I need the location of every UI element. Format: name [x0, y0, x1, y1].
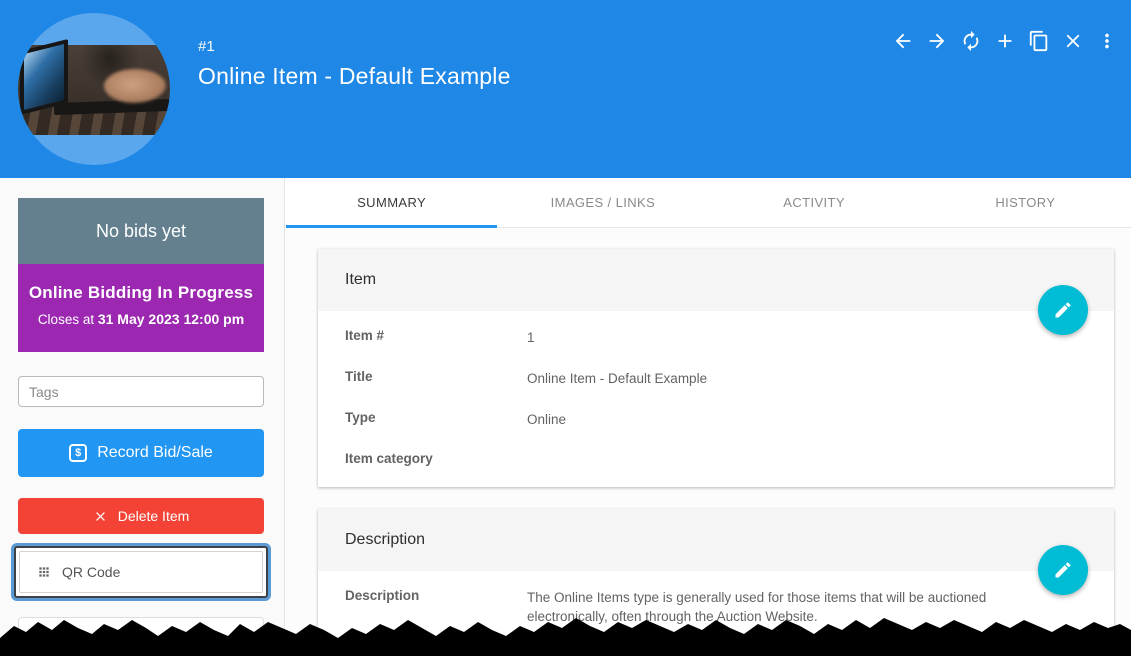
tab-activity[interactable]: ACTIVITY: [709, 178, 920, 227]
duplicate-icon[interactable]: [1027, 29, 1051, 53]
sidebar: No bids yet Online Bidding In Progress C…: [0, 178, 285, 656]
tab-images-links[interactable]: IMAGES / LINKS: [497, 178, 708, 227]
item-number: #1: [198, 38, 511, 55]
refresh-icon[interactable]: [959, 29, 983, 53]
type-row: Type Online: [345, 399, 1087, 440]
record-bid-sale-label: Record Bid/Sale: [97, 444, 213, 462]
field-value: Online: [527, 410, 566, 429]
qr-code-focus-ring: QR Code: [11, 543, 271, 601]
tab-summary[interactable]: SUMMARY: [286, 178, 497, 227]
torn-screenshot-edge: [0, 612, 1131, 656]
grid-icon: [37, 565, 51, 579]
bidding-closes-line: Closes at 31 May 2023 12:00 pm: [18, 311, 264, 327]
tags-input[interactable]: [18, 376, 264, 407]
item-card-title: Item: [318, 249, 1114, 311]
field-label: Item #: [345, 328, 527, 347]
item-avatar: [18, 13, 170, 165]
delete-item-button[interactable]: Delete Item: [18, 498, 264, 534]
money-icon: $: [69, 444, 87, 462]
record-bid-sale-button[interactable]: $ Record Bid/Sale: [18, 429, 264, 477]
more-vert-icon[interactable]: [1095, 29, 1119, 53]
pencil-icon: [1053, 560, 1073, 580]
item-number-row: Item # 1: [345, 317, 1087, 358]
field-value: Online Item - Default Example: [527, 369, 707, 388]
main-content: SUMMARY IMAGES / LINKS ACTIVITY HISTORY …: [286, 178, 1131, 656]
item-category-row: Item category: [345, 440, 1087, 478]
pencil-icon: [1053, 300, 1073, 320]
close-x-icon: [93, 509, 108, 524]
forward-arrow-icon[interactable]: [925, 29, 949, 53]
field-value: 1: [527, 328, 535, 347]
summary-panel: Item Item # 1 Title Online Item - Defaul…: [286, 228, 1131, 656]
edit-description-button[interactable]: [1038, 545, 1088, 595]
title-row: Title Online Item - Default Example: [345, 358, 1087, 399]
edit-item-button[interactable]: [1038, 285, 1088, 335]
qr-code-button[interactable]: QR Code: [19, 551, 263, 593]
qr-code-label: QR Code: [62, 564, 120, 580]
page-title: Online Item - Default Example: [198, 63, 511, 90]
delete-item-label: Delete Item: [118, 508, 190, 524]
bidding-status-banner: Online Bidding In Progress Closes at 31 …: [18, 264, 264, 352]
header: #1 Online Item - Default Example: [0, 0, 1131, 178]
tab-bar: SUMMARY IMAGES / LINKS ACTIVITY HISTORY: [286, 178, 1131, 228]
field-label: Item category: [345, 451, 527, 467]
description-card-title: Description: [318, 509, 1114, 571]
no-bids-banner: No bids yet: [18, 198, 264, 264]
item-detail-window: #1 Online Item - Default Example: [0, 0, 1131, 656]
bidding-status-title: Online Bidding In Progress: [18, 283, 264, 303]
field-label: Type: [345, 410, 527, 429]
item-card: Item Item # 1 Title Online Item - Defaul…: [318, 249, 1114, 487]
tab-history[interactable]: HISTORY: [920, 178, 1131, 227]
back-arrow-icon[interactable]: [891, 29, 915, 53]
header-toolbar: [891, 29, 1119, 53]
add-icon[interactable]: [993, 29, 1017, 53]
field-label: Title: [345, 369, 527, 388]
bidding-closes-datetime: 31 May 2023 12:00 pm: [98, 311, 244, 327]
item-photo: [18, 45, 170, 135]
close-icon[interactable]: [1061, 29, 1085, 53]
